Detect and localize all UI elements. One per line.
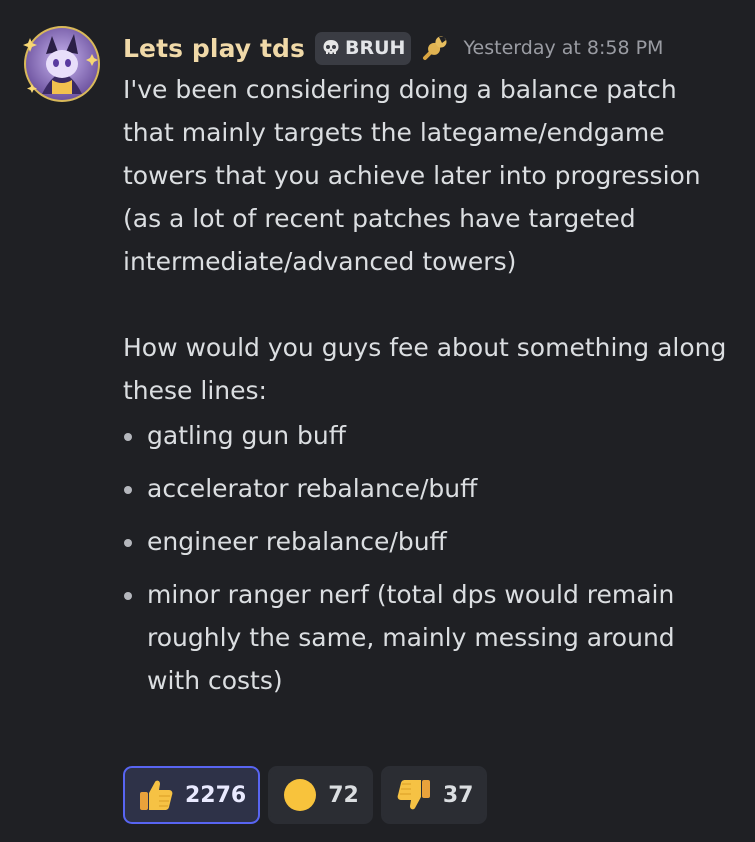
timestamp[interactable]: Yesterday at 8:58 PM <box>463 37 663 59</box>
reaction-count: 2276 <box>185 782 247 808</box>
bullet-item: engineer rebalance/buff <box>123 520 735 563</box>
message-header: Lets play tds BRUH Yesterday at 8:58 PM <box>123 28 735 68</box>
skull-icon <box>321 38 341 58</box>
avatar[interactable] <box>22 24 102 104</box>
guild-tag[interactable]: BRUH <box>315 31 412 65</box>
wrench-icon <box>421 34 449 62</box>
guild-tag-label: BRUH <box>345 37 406 59</box>
bullet-list: gatling gun buff accelerator rebalance/b… <box>123 414 735 702</box>
message-paragraph: I've been considering doing a balance pa… <box>123 75 701 276</box>
thumbs-down-icon <box>395 776 433 814</box>
message-body: I've been considering doing a balance pa… <box>123 68 735 702</box>
reaction-yellow-circle[interactable]: 72 <box>268 766 373 824</box>
bullet-item: accelerator rebalance/buff <box>123 467 735 510</box>
reaction-thumbs-up[interactable]: 2276 <box>123 766 261 824</box>
discord-message-view: Lets play tds BRUH Yesterday at 8:58 PM … <box>0 0 755 842</box>
bullet-item: minor ranger nerf (total dps would remai… <box>123 573 735 702</box>
yellow-circle-icon <box>282 777 318 813</box>
reaction-thumbs-down[interactable]: 37 <box>380 766 488 824</box>
reaction-count: 72 <box>328 782 359 808</box>
bullet-item: gatling gun buff <box>123 414 735 457</box>
thumbs-up-icon <box>137 776 175 814</box>
message-content: Lets play tds BRUH Yesterday at 8:58 PM … <box>123 28 735 712</box>
username[interactable]: Lets play tds <box>123 34 305 63</box>
reaction-count: 37 <box>442 782 474 808</box>
message-paragraph: How would you guys fee about something a… <box>123 333 727 405</box>
reaction-bar: 2276 72 37 <box>123 766 488 824</box>
